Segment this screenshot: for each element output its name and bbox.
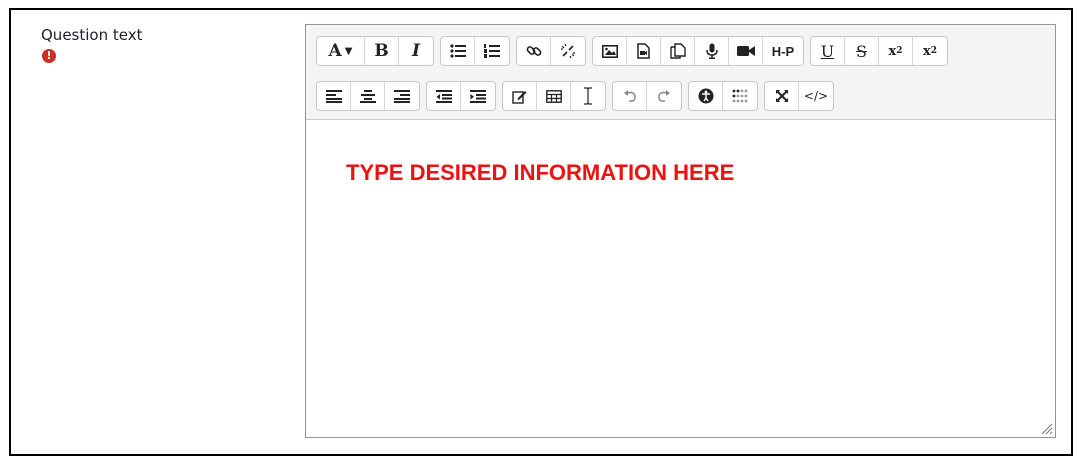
undo-icon bbox=[623, 90, 636, 102]
braille-icon bbox=[732, 89, 748, 103]
accessibility-group bbox=[688, 81, 758, 111]
table-icon bbox=[545, 89, 562, 103]
align-right-icon bbox=[394, 89, 410, 103]
link-button[interactable] bbox=[517, 37, 551, 65]
superscript-button[interactable]: x2 bbox=[913, 37, 947, 65]
accessibility-checker-button[interactable] bbox=[689, 82, 723, 110]
numbered-list-icon bbox=[484, 44, 500, 58]
align-left-icon bbox=[325, 89, 342, 103]
rich-text-editor: A ▼ B I H-P U S x 2 x 2 </> TYPE DESIRED… bbox=[305, 24, 1056, 438]
align-center-button[interactable] bbox=[351, 82, 385, 110]
html-source-button[interactable]: </> bbox=[799, 82, 833, 110]
link-icon bbox=[526, 46, 541, 56]
toolbar-row-2: </> bbox=[316, 81, 840, 111]
align-right-button[interactable] bbox=[385, 82, 419, 110]
history-group bbox=[612, 81, 682, 111]
align-left-button[interactable] bbox=[317, 82, 351, 110]
redo-icon bbox=[658, 90, 670, 102]
format-group: U S x2 x2 bbox=[810, 36, 948, 66]
screenreader-helper-button[interactable] bbox=[723, 82, 757, 110]
subscript-button[interactable]: x2 bbox=[879, 37, 913, 65]
required-icon: ! bbox=[42, 49, 56, 63]
style-group: A ▼ B I bbox=[316, 36, 434, 66]
expand-icon bbox=[775, 90, 788, 102]
fullscreen-button[interactable] bbox=[765, 82, 799, 110]
media-button[interactable] bbox=[627, 37, 661, 65]
bold-button[interactable]: B bbox=[365, 37, 399, 65]
toolbar-row-1: A ▼ B I H-P U S x 2 x 2 bbox=[316, 36, 954, 66]
font-style-button[interactable]: A ▼ bbox=[317, 37, 365, 65]
strikethrough-button[interactable]: S bbox=[845, 37, 879, 65]
redo-button[interactable] bbox=[647, 82, 681, 110]
question-text-label: Question text bbox=[41, 26, 143, 44]
resize-handle-icon[interactable] bbox=[1039, 421, 1053, 435]
edit-icon bbox=[512, 90, 527, 104]
undo-button[interactable] bbox=[613, 82, 647, 110]
italic-button[interactable]: I bbox=[399, 37, 433, 65]
manage-files-button[interactable] bbox=[661, 37, 695, 65]
video-camera-icon bbox=[736, 46, 755, 56]
accessibility-icon bbox=[698, 88, 713, 104]
insert-group bbox=[502, 81, 606, 111]
editor-toolbar: A ▼ B I H-P U S x 2 x 2 </> bbox=[306, 25, 1055, 120]
caret-down-icon: ▼ bbox=[344, 45, 353, 57]
editor-content-text: TYPE DESIRED INFORMATION HERE bbox=[346, 160, 735, 185]
image-button[interactable] bbox=[593, 37, 627, 65]
clear-formatting-button[interactable] bbox=[571, 82, 605, 110]
link-group bbox=[516, 36, 586, 66]
outdent-button[interactable] bbox=[427, 82, 461, 110]
image-icon bbox=[601, 44, 618, 58]
editor-content-area[interactable]: TYPE DESIRED INFORMATION HERE bbox=[306, 120, 1055, 437]
files-icon bbox=[669, 43, 686, 59]
unlink-button[interactable] bbox=[551, 37, 585, 65]
unlink-icon bbox=[561, 43, 575, 59]
list-group bbox=[440, 36, 510, 66]
media-group: H-P bbox=[592, 36, 804, 66]
table-button[interactable] bbox=[537, 82, 571, 110]
indent-button[interactable] bbox=[461, 82, 495, 110]
record-audio-button[interactable] bbox=[695, 37, 729, 65]
h5p-button[interactable]: H-P bbox=[763, 37, 803, 65]
align-group bbox=[316, 81, 420, 111]
align-center-icon bbox=[359, 89, 376, 103]
view-group: </> bbox=[764, 81, 834, 111]
file-video-icon bbox=[637, 43, 650, 59]
microphone-icon bbox=[705, 43, 718, 59]
indent-icon bbox=[470, 89, 486, 103]
bullet-list-icon bbox=[449, 44, 466, 58]
outdent-icon bbox=[435, 89, 452, 103]
ordered-list-button[interactable] bbox=[475, 37, 509, 65]
text-cursor-icon bbox=[584, 87, 592, 105]
unordered-list-button[interactable] bbox=[441, 37, 475, 65]
indent-group bbox=[426, 81, 496, 111]
equation-editor-button[interactable] bbox=[503, 82, 537, 110]
record-video-button[interactable] bbox=[729, 37, 763, 65]
underline-button[interactable]: U bbox=[811, 37, 845, 65]
